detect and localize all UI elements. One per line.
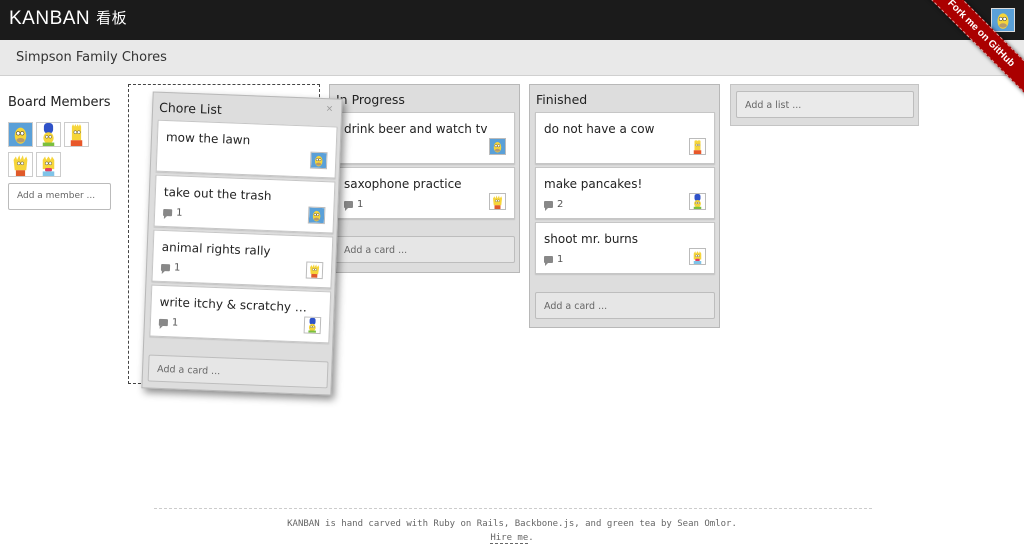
add-member-input[interactable]: Add a member ... — [8, 183, 111, 210]
card-assignee-avatar[interactable] — [303, 316, 322, 335]
list-title[interactable]: In Progress — [336, 92, 405, 107]
card-comment-count: 1 — [162, 207, 183, 219]
add-list-container: Add a list ... — [730, 84, 919, 126]
add-card-input[interactable]: Add a card ... — [147, 354, 329, 389]
card-title: saxophone practice — [344, 177, 462, 191]
card-make-pancakes[interactable]: make pancakes! 2 — [535, 167, 715, 219]
marge-avatar-icon — [37, 123, 60, 146]
comment-bubble-icon — [158, 318, 169, 327]
homer-avatar-icon — [490, 139, 505, 154]
comment-bubble-icon — [544, 201, 553, 211]
card-animal-rights-rally[interactable]: animal rights rally 1 — [151, 229, 334, 289]
add-card-input[interactable]: Add a card ... — [535, 292, 715, 319]
card-assignee-avatar[interactable] — [689, 248, 706, 265]
card-saxophone-practice[interactable]: saxophone practice 1 — [335, 167, 515, 219]
card-title: do not have a cow — [544, 122, 655, 136]
brand-cjk: 看板 — [96, 10, 128, 27]
comment-count: 1 — [557, 254, 564, 265]
add-list-input[interactable]: Add a list ... — [736, 91, 914, 118]
homer-avatar-icon — [310, 152, 327, 169]
maggie-avatar-icon — [37, 153, 60, 176]
card-comment-count: 1 — [344, 199, 364, 211]
card-write-itchy-scratchy[interactable]: write itchy & scratchy c... 1 — [149, 284, 332, 344]
card-do-not-have-a-cow[interactable]: do not have a cow — [535, 112, 715, 164]
board-members-title: Board Members — [8, 95, 111, 110]
top-navbar: KANBAN 看板 — [0, 0, 1024, 40]
card-title: write itchy & scratchy c... — [159, 294, 310, 315]
comment-bubble-icon — [162, 208, 173, 217]
card-assignee-avatar[interactable] — [489, 138, 506, 155]
footer-credits: KANBAN is hand carved with Ruby on Rails… — [287, 519, 737, 529]
card-shoot-mr-burns[interactable]: shoot mr. burns 1 — [535, 222, 715, 274]
comment-bubble-icon — [344, 201, 353, 211]
bart-avatar-icon — [690, 139, 705, 154]
card-title: drink beer and watch tv — [344, 122, 488, 136]
card-assignee-avatar[interactable] — [309, 151, 328, 170]
comment-bubble-icon — [544, 256, 553, 266]
card-mow-the-lawn[interactable]: mow the lawn — [155, 119, 338, 179]
marge-avatar-icon — [304, 317, 321, 334]
brand-name: KANBAN — [9, 8, 91, 29]
list-title[interactable]: Chore List — [159, 100, 222, 117]
card-assignee-avatar[interactable] — [305, 261, 324, 280]
list-in-progress[interactable]: In Progress drink beer and watch tv saxo… — [329, 84, 520, 273]
footer-period: . — [528, 533, 534, 543]
comment-count: 1 — [357, 199, 364, 210]
lisa-avatar-icon — [306, 262, 323, 279]
card-title: animal rights rally — [161, 239, 271, 259]
list-chore-list[interactable]: Chore List × mow the lawn take out the t… — [141, 91, 343, 396]
footer-hire-line: Hire me. — [0, 533, 1024, 544]
member-avatar-marge[interactable] — [36, 122, 61, 147]
card-comment-count: 1 — [544, 254, 564, 266]
homer-avatar-icon — [9, 123, 32, 146]
footer-divider — [154, 508, 872, 509]
card-title: take out the trash — [163, 184, 272, 204]
member-avatar-maggie[interactable] — [36, 152, 61, 177]
list-finished[interactable]: Finished do not have a cow make pancakes… — [529, 84, 720, 328]
comment-bubble-icon — [160, 263, 171, 272]
lisa-avatar-icon — [490, 194, 505, 209]
card-assignee-avatar[interactable] — [689, 193, 706, 210]
fork-ribbon-container: Fork me on GitHub — [914, 0, 1024, 110]
card-take-out-the-trash[interactable]: take out the trash 1 — [153, 174, 336, 234]
comment-count: 1 — [171, 317, 179, 329]
fork-me-on-github-ribbon[interactable]: Fork me on GitHub — [914, 0, 1024, 102]
card-title: shoot mr. burns — [544, 232, 639, 246]
card-comment-count: 2 — [544, 199, 564, 211]
card-assignee-avatar[interactable] — [307, 206, 326, 225]
card-assignee-avatar[interactable] — [689, 138, 706, 155]
app-brand[interactable]: KANBAN 看板 — [9, 8, 127, 30]
comment-count: 1 — [173, 262, 181, 274]
comment-count: 2 — [557, 199, 564, 210]
marge-avatar-icon — [690, 194, 705, 209]
board-title[interactable]: Simpson Family Chores — [16, 50, 167, 65]
card-assignee-avatar[interactable] — [489, 193, 506, 210]
list-title[interactable]: Finished — [536, 92, 587, 107]
close-list-icon[interactable]: × — [325, 104, 333, 114]
maggie-avatar-icon — [690, 249, 705, 264]
bart-avatar-icon — [65, 123, 88, 146]
add-card-input[interactable]: Add a card ... — [335, 236, 515, 263]
member-avatar-homer[interactable] — [8, 122, 33, 147]
lisa-avatar-icon — [9, 153, 32, 176]
member-avatar-lisa[interactable] — [8, 152, 33, 177]
card-title: make pancakes! — [544, 177, 643, 191]
comment-count: 1 — [175, 207, 183, 219]
card-drink-beer[interactable]: drink beer and watch tv — [335, 112, 515, 164]
card-comment-count: 1 — [158, 317, 179, 329]
homer-avatar-icon — [308, 207, 325, 224]
card-comment-count: 1 — [160, 262, 181, 274]
board-header: Simpson Family Chores — [0, 40, 1024, 76]
member-avatar-bart[interactable] — [64, 122, 89, 147]
hire-me-link[interactable]: Hire me — [490, 533, 529, 544]
card-title: mow the lawn — [165, 130, 251, 148]
